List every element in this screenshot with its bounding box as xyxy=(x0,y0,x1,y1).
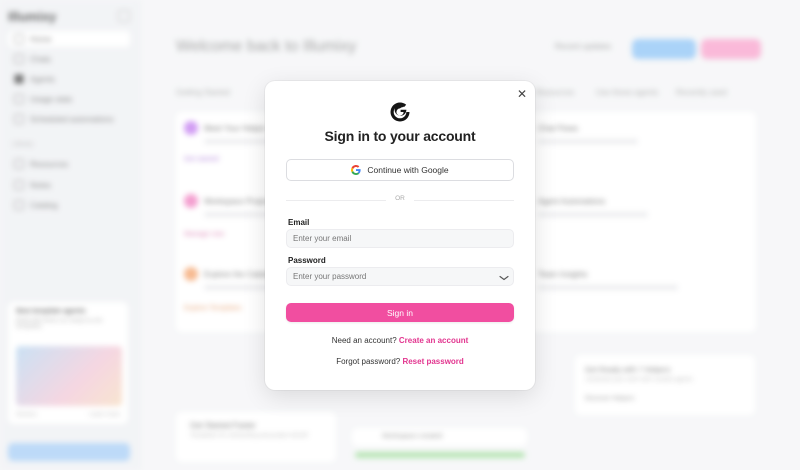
or-divider: OR xyxy=(286,195,514,205)
email-label: Email xyxy=(288,218,310,227)
google-button-label: Continue with Google xyxy=(367,165,449,175)
reset-password-row: Forgot password? Reset password xyxy=(336,357,464,366)
sign-in-button[interactable]: Sign in xyxy=(286,303,514,322)
close-icon[interactable]: ✕ xyxy=(516,88,528,100)
modal-title: Sign in to your account xyxy=(324,128,476,144)
email-field[interactable] xyxy=(286,229,514,248)
password-field[interactable] xyxy=(286,267,514,286)
show-password-icon[interactable] xyxy=(499,274,509,282)
password-label: Password xyxy=(288,256,326,265)
brand-logo-icon xyxy=(390,102,410,122)
reset-password-link[interactable]: Reset password xyxy=(402,357,463,366)
create-account-link[interactable]: Create an account xyxy=(399,336,468,345)
google-sign-in-button[interactable]: Continue with Google xyxy=(286,159,514,181)
create-account-row: Need an account? Create an account xyxy=(331,336,469,345)
google-icon xyxy=(351,165,361,175)
sign-in-modal: ✕ Sign in to your account Continue with … xyxy=(265,81,535,390)
